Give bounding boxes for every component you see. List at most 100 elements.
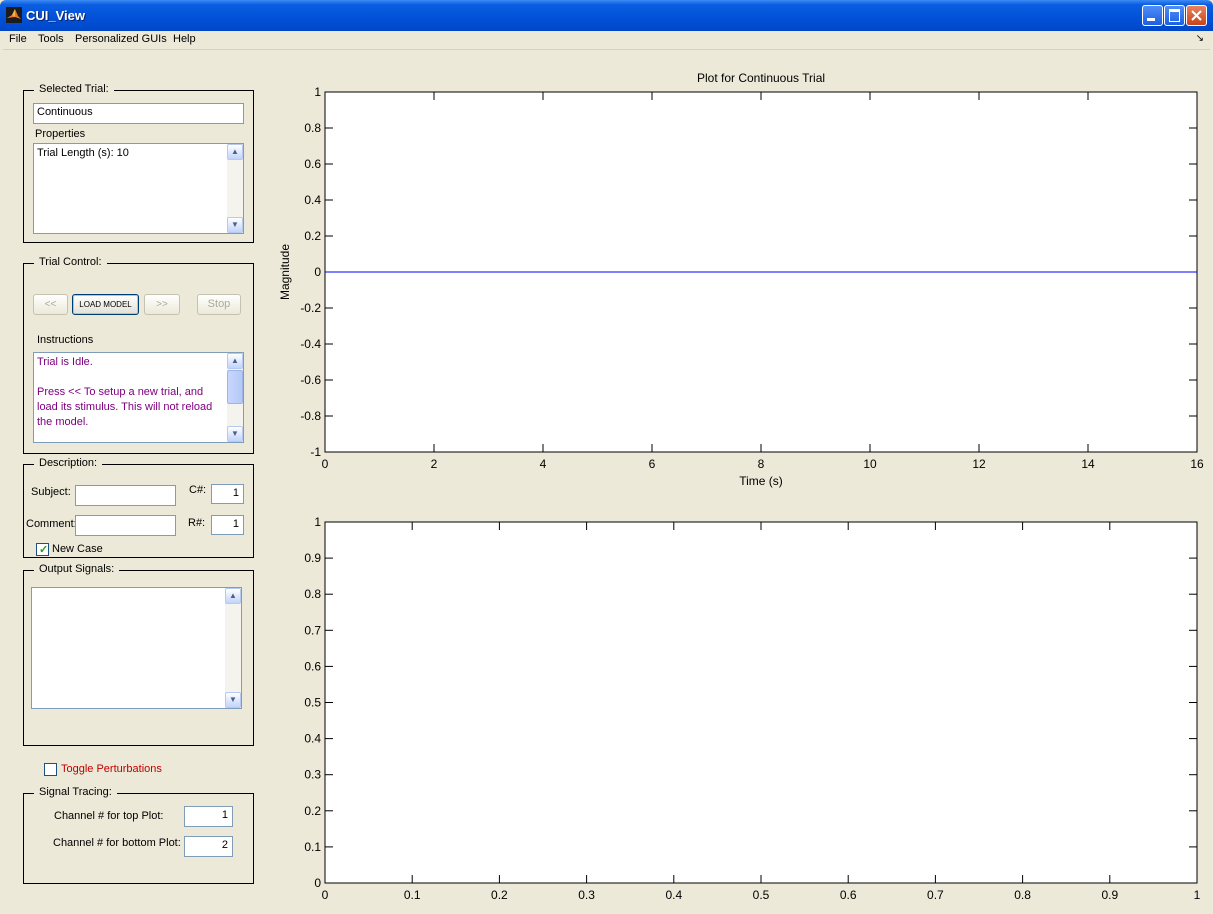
stop-button[interactable]: Stop [197, 294, 241, 315]
menu-tools[interactable]: Tools [38, 33, 64, 45]
scroll-up-icon[interactable]: ▲ [227, 353, 243, 369]
maximize-icon [1169, 9, 1180, 22]
window-title: CUI_View [26, 8, 86, 23]
plot1-x-tick-label: 2 [431, 457, 438, 471]
plot2-axes-box [324, 521, 1198, 884]
toggle-perturbations-checkbox[interactable] [44, 763, 57, 776]
plot2-y-tick-label: 0.1 [304, 840, 321, 854]
scroll-thumb[interactable] [227, 370, 243, 404]
instructions-line-status: Trial is Idle. [37, 356, 93, 368]
plot2-x-tick-label: 1 [1194, 888, 1201, 902]
plot2-x-tick-label: 0.6 [840, 888, 857, 902]
plot1-y-tick-label: 1 [314, 85, 321, 99]
plot1-y-axis-label: Magnitude [278, 244, 292, 300]
plot1-title: Plot for Continuous Trial [697, 71, 825, 85]
signal-tracing-panel: Signal Tracing: Channel # for top Plot: … [23, 786, 254, 884]
plot1-x-tick-label: 12 [972, 457, 986, 471]
close-button[interactable] [1186, 5, 1207, 26]
r-number-field[interactable]: 1 [211, 515, 244, 535]
menu-help[interactable]: Help [173, 33, 196, 45]
subject-field[interactable] [75, 485, 176, 506]
plot1-y-tick-label: 0 [314, 265, 321, 279]
plot1-x-tick-label: 6 [649, 457, 656, 471]
title-bar[interactable]: CUI_View [0, 0, 1213, 31]
close-icon [1191, 10, 1202, 21]
scroll-down-icon[interactable]: ▼ [227, 426, 243, 442]
plot1-y-tick-label: -0.6 [300, 373, 321, 387]
plot1-y-tick-label: 0.2 [304, 229, 321, 243]
output-signals-title: Output Signals: [34, 563, 120, 575]
r-number-label: R#: [188, 517, 206, 529]
c-number-label: C#: [189, 484, 207, 496]
subject-label: Subject: [31, 486, 71, 498]
checkmark-icon: ✓ [39, 544, 49, 556]
plot2-y-tick-label: 0.3 [304, 768, 321, 782]
plot2-x-tick-label: 0.8 [1014, 888, 1031, 902]
top-channel-label: Channel # for top Plot: [54, 810, 164, 822]
plot1-x-axis-label: Time (s) [739, 474, 783, 488]
plot1-x-tick-label: 0 [322, 457, 329, 471]
plot1-y-tick-label: -1 [310, 445, 321, 459]
instructions-scrollbar[interactable]: ▲ ▼ [227, 353, 243, 442]
figure-content: Selected Trial: Continuous Properties Tr… [3, 50, 1210, 911]
plot1-y-tick-label: 0.8 [304, 121, 321, 135]
plot2-x-tick-label: 0 [322, 888, 329, 902]
comment-label: Comment: [26, 518, 77, 530]
plot1-x-tick-label: 4 [540, 457, 547, 471]
instructions-label: Instructions [37, 334, 94, 346]
plot2-y-tick-label: 0.6 [304, 659, 321, 673]
plot1-x-tick-label: 14 [1081, 457, 1095, 471]
properties-list[interactable]: Trial Length (s): 10 ▲ ▼ [33, 143, 244, 234]
plot2-y-tick-label: 0 [314, 876, 321, 890]
previous-trial-button[interactable]: << [33, 294, 68, 315]
selected-trial-panel: Selected Trial: Continuous Properties Tr… [23, 83, 254, 243]
comment-field[interactable] [75, 515, 176, 536]
output-signals-scrollbar[interactable]: ▲ ▼ [225, 588, 241, 708]
minimize-icon [1147, 18, 1155, 21]
plot2-x-tick-label: 0.9 [1101, 888, 1118, 902]
plot1-y-tick-label: 0.4 [304, 193, 321, 207]
c-number-field[interactable]: 1 [211, 484, 244, 504]
selected-trial-field[interactable]: Continuous [33, 103, 244, 124]
properties-text: Trial Length (s): 10 [37, 147, 129, 159]
next-trial-button[interactable]: >> [144, 294, 180, 315]
plot2-x-tick-label: 0.7 [927, 888, 944, 902]
plot2-x-tick-label: 0.5 [753, 888, 770, 902]
plot1-x-tick-label: 10 [863, 457, 877, 471]
scroll-down-icon[interactable]: ▼ [227, 217, 243, 233]
dock-arrow-icon[interactable]: ↘ [1196, 33, 1204, 44]
minimize-button[interactable] [1142, 5, 1163, 26]
trial-control-title: Trial Control: [34, 256, 107, 268]
matlab-window: CUI_View File Tools Personalized GUIs He… [0, 0, 1213, 914]
new-case-checkbox[interactable]: ✓ [36, 543, 49, 556]
instructions-box[interactable]: Trial is Idle. Press << To setup a new t… [33, 352, 244, 443]
trial-control-panel: Trial Control: << LOAD MODEL >> Stop Ins… [23, 256, 254, 454]
load-model-button[interactable]: LOAD MODEL [72, 294, 139, 315]
plot2-x-tick-label: 0.2 [491, 888, 508, 902]
plot2-x-tick-label: 0.4 [665, 888, 682, 902]
description-title: Description: [34, 457, 103, 469]
maximize-button[interactable] [1164, 5, 1185, 26]
scroll-up-icon[interactable]: ▲ [227, 144, 243, 160]
output-signals-list[interactable]: ▲ ▼ [31, 587, 242, 709]
plot2-y-tick-label: 0.5 [304, 696, 321, 710]
plot2-y-tick-label: 0.4 [304, 732, 321, 746]
top-channel-field[interactable]: 1 [184, 806, 233, 827]
signal-tracing-title: Signal Tracing: [34, 786, 117, 798]
plot2-y-tick-label: 0.9 [304, 551, 321, 565]
bottom-channel-field[interactable]: 2 [184, 836, 233, 857]
plot2-y-tick-label: 0.2 [304, 804, 321, 818]
properties-label: Properties [35, 128, 86, 140]
properties-scrollbar[interactable]: ▲ ▼ [227, 144, 243, 233]
bottom-channel-label: Channel # for bottom Plot: [53, 837, 181, 849]
new-case-label: New Case [52, 543, 103, 555]
plot1-y-tick-label: -0.4 [300, 337, 321, 351]
scroll-down-icon[interactable]: ▼ [225, 692, 241, 708]
menu-personalized-guis[interactable]: Personalized GUIs [75, 33, 167, 45]
plot1-y-tick-label: -0.8 [300, 409, 321, 423]
plot1-y-tick-label: 0.6 [304, 157, 321, 171]
instructions-line-help: Press << To setup a new trial, and load … [37, 386, 213, 428]
scroll-up-icon[interactable]: ▲ [225, 588, 241, 604]
menu-file[interactable]: File [9, 33, 27, 45]
menu-bar: File Tools Personalized GUIs Help ↘ [3, 31, 1210, 50]
